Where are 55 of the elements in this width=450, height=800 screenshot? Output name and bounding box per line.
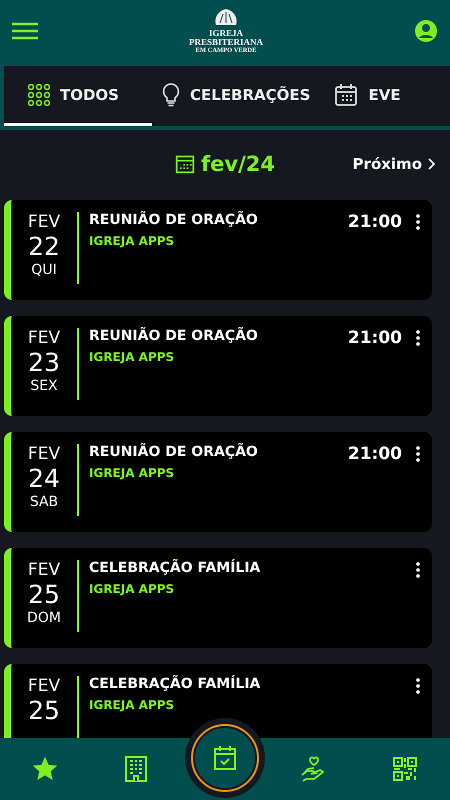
- nav-button[interactable]: [194, 728, 255, 788]
- category-tab[interactable]: CELEBRAÇÕES: [152, 66, 324, 126]
- event-month: FEV: [28, 444, 60, 464]
- event-title: REUNIÃO DE ORAÇÃO: [89, 328, 259, 344]
- event-time: 21:00: [348, 443, 402, 464]
- event-month: FEV: [28, 212, 60, 232]
- category-tab[interactable]: TODOS: [4, 66, 152, 126]
- lightbulb-icon: [162, 82, 180, 106]
- event-day: 24: [28, 464, 60, 494]
- grid-icon: [28, 84, 50, 106]
- event-title: CELEBRAÇÃO FAMÍLIA: [89, 676, 262, 692]
- month-label: fev/24: [201, 152, 275, 176]
- chevron-icon: [428, 158, 436, 170]
- event-weekday: SAB: [30, 494, 58, 510]
- event-day: 22: [28, 232, 60, 262]
- event-day: 25: [28, 580, 60, 610]
- event-church: IGREJA APPS: [89, 582, 176, 596]
- event-title: REUNIÃO DE ORAÇÃO: [89, 444, 259, 460]
- event-card[interactable]: FEV 25 DOM CELEBRAÇÃO FAMÍLIA IGREJA APPS: [4, 548, 432, 648]
- logo-text: PRESBITERIANA: [188, 38, 264, 47]
- more-icon[interactable]: [416, 678, 420, 694]
- calendar-icon: [175, 154, 196, 174]
- menu-icon[interactable]: [12, 21, 38, 41]
- calendar-icon: [334, 82, 358, 106]
- category-tab[interactable]: EVE: [324, 66, 415, 126]
- building-icon[interactable]: [124, 756, 148, 782]
- event-card[interactable]: FEV 23 SEX REUNIÃO DE ORAÇÃO IGREJA APPS 21:00: [4, 316, 432, 416]
- event-title: REUNIÃO DE ORAÇÃO: [89, 212, 259, 228]
- more-icon[interactable]: [416, 214, 420, 230]
- event-day: 23: [28, 348, 60, 378]
- next-button[interactable]: Próximo: [346, 154, 442, 174]
- event-time: 21:00: [348, 211, 402, 232]
- event-church: IGREJA APPS: [89, 350, 176, 364]
- qr-code-icon[interactable]: [392, 757, 417, 781]
- profile-icon[interactable]: [414, 19, 438, 43]
- event-month: FEV: [28, 560, 60, 580]
- event-church: IGREJA APPS: [89, 234, 176, 248]
- event-weekday: QUI: [31, 262, 57, 278]
- event-time: 21:00: [348, 327, 402, 348]
- logo-text: IGREJA: [208, 29, 243, 38]
- event-card[interactable]: FEV 24 SAB REUNIÃO DE ORAÇÃO IGREJA APPS 21:00: [4, 432, 432, 532]
- more-icon[interactable]: [416, 446, 420, 462]
- event-church: IGREJA APPS: [89, 698, 176, 712]
- more-icon[interactable]: [416, 330, 420, 346]
- event-weekday: SEX: [30, 378, 58, 394]
- event-month: FEV: [28, 676, 60, 696]
- event-day: 25: [28, 696, 60, 726]
- event-church: IGREJA APPS: [89, 466, 176, 480]
- calendar-check-icon[interactable]: [212, 745, 237, 771]
- event-card[interactable]: FEV 22 QUI REUNIÃO DE ORAÇÃO IGREJA APPS 21:00: [4, 200, 432, 300]
- more-icon[interactable]: [416, 562, 420, 578]
- event-title: CELEBRAÇÃO FAMÍLIA: [89, 560, 262, 576]
- event-month: FEV: [28, 328, 60, 348]
- event-weekday: DOM: [27, 610, 61, 626]
- event-card[interactable]: FEV 25 CELEBRAÇÃO FAMÍLIA IGREJA APPS: [4, 664, 432, 738]
